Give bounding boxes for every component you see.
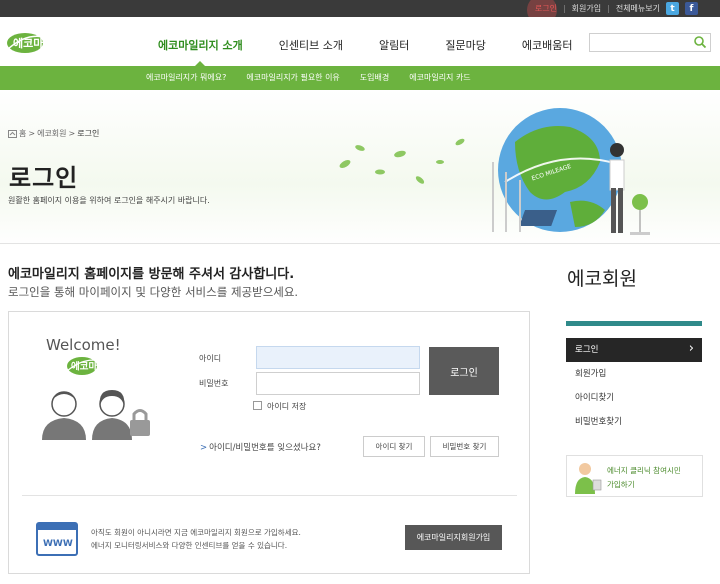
welcome-subtext: 로그인을 통해 마이페이지 및 다양한 서비스를 제공받으세요.	[8, 285, 299, 299]
sidebar-accent-bar	[566, 321, 702, 326]
top-links: 로그인 | 회원가입 | 전체메뉴보기 t f	[526, 0, 698, 25]
join-invite-text: 아직도 회원이 아니시라면 지금 에코마일리지 회원으로 가입하세요.	[91, 528, 301, 537]
separator: |	[562, 4, 566, 13]
search-icon[interactable]	[693, 35, 707, 49]
welcome-text: Welcome!	[46, 336, 121, 354]
sidebar-item-find-id[interactable]: 아이디찾기	[566, 386, 702, 410]
nav-incentive-intro[interactable]: 인센티브 소개	[261, 17, 361, 66]
search-input[interactable]	[589, 33, 711, 52]
save-id-checkbox[interactable]	[253, 401, 262, 410]
top-join-link[interactable]: 회원가입	[572, 3, 601, 14]
nav-ecomileage-intro[interactable]: 에코마일리지 소개	[140, 17, 261, 66]
login-button[interactable]: 로그인	[429, 347, 499, 395]
clinic-figure-icon	[575, 463, 602, 494]
password-label: 비밀번호	[199, 379, 229, 388]
find-id-button[interactable]: 아이디 찾기	[363, 436, 425, 457]
banner-line2: 가입하기	[607, 480, 635, 489]
page-description: 원활한 홈페이지 이용을 위하여 로그인을 해주시기 바랍니다.	[8, 196, 210, 205]
breadcrumb-member[interactable]: 에코회원	[37, 128, 66, 139]
top-sitemap-link[interactable]: 전체메뉴보기	[616, 3, 660, 14]
energy-clinic-banner[interactable]: 에너지 클리닉 참여시민 가입하기	[566, 455, 703, 497]
breadcrumb-sep: >	[68, 129, 76, 138]
breadcrumb-sep: >	[28, 129, 36, 138]
find-password-button[interactable]: 비밀번호 찾기	[430, 436, 499, 457]
subnav-background[interactable]: 도입배경	[350, 66, 399, 90]
www-icon-text: WWW	[43, 539, 73, 549]
header: 에코마일리지 에코마일리지 소개 인센티브 소개 알림터 질문마당 에코배움터	[0, 17, 720, 66]
banner-line1: 에너지 클리닉 참여시민	[607, 466, 681, 475]
sidebar-item-find-password[interactable]: 비밀번호찾기	[566, 410, 702, 434]
members-illustration	[42, 390, 150, 440]
save-id-label: 아이디 저장	[267, 402, 307, 411]
sidebar-item-join[interactable]: 회원가입	[566, 362, 702, 386]
nav-notice[interactable]: 알림터	[361, 17, 427, 66]
forgot-credentials-text: > 아이디/비밀번호를 잊으셨나요?	[200, 441, 321, 453]
eco-globe-illustration: ECO MILEAGE	[339, 108, 650, 235]
nav-eco-learning[interactable]: 에코배움터	[504, 17, 591, 66]
facebook-icon[interactable]: f	[685, 2, 698, 15]
join-benefit-text: 에너지 모니터링서비스와 다양한 인센티브를 얻을 수 있습니다.	[91, 541, 288, 550]
forgot-label: 아이디/비밀번호를 잊으셨나요?	[209, 443, 321, 453]
badge-text: 에코마일리지	[71, 361, 123, 373]
id-input[interactable]	[256, 346, 420, 369]
divider	[0, 243, 720, 244]
subnav-card[interactable]: 에코마일리지 카드	[399, 66, 480, 90]
eco-mileage-badge: 에코마일리지	[66, 357, 123, 375]
www-icon: WWW	[36, 522, 78, 556]
breadcrumb-current: 로그인	[77, 129, 100, 138]
main-nav: 에코마일리지 소개 인센티브 소개 알림터 질문마당 에코배움터	[140, 17, 590, 66]
nav-qna[interactable]: 질문마당	[427, 17, 503, 66]
join-button[interactable]: 에코마일리지회원가입	[405, 525, 502, 550]
sidebar-item-login[interactable]: 로그인	[566, 337, 702, 362]
home-icon[interactable]	[8, 129, 17, 138]
sub-nav: 에코마일리지가 뭐에요? 에코마일리지가 필요한 이유 도입배경 에코마일리지 …	[0, 66, 720, 90]
subnav-what-is[interactable]: 에코마일리지가 뭐에요?	[136, 66, 236, 90]
password-input[interactable]	[256, 372, 420, 395]
top-utility-bar: 로그인 | 회원가입 | 전체메뉴보기 t f	[0, 0, 720, 25]
top-login-link[interactable]: 로그인	[526, 0, 557, 25]
subnav-why-needed[interactable]: 에코마일리지가 필요한 이유	[236, 66, 349, 90]
sidebar-title: 에코회원	[567, 268, 637, 290]
logo-text: 에코마일리지	[13, 36, 74, 50]
twitter-icon[interactable]: t	[666, 2, 679, 15]
breadcrumb-home[interactable]: 홈	[19, 128, 26, 139]
arrow-icon: >	[200, 443, 208, 453]
sidebar-menu: 로그인 회원가입 아이디찾기 비밀번호찾기	[566, 337, 702, 434]
breadcrumb: 홈 > 에코회원 > 로그인	[8, 128, 99, 139]
welcome-heading: 에코마일리지 홈페이지를 방문해 주셔서 감사합니다.	[8, 267, 295, 282]
page-title: 로그인	[9, 164, 79, 192]
divider	[22, 495, 517, 496]
site-logo[interactable]: 에코마일리지	[6, 29, 110, 55]
separator: |	[607, 4, 610, 13]
id-label: 아이디	[199, 354, 222, 363]
